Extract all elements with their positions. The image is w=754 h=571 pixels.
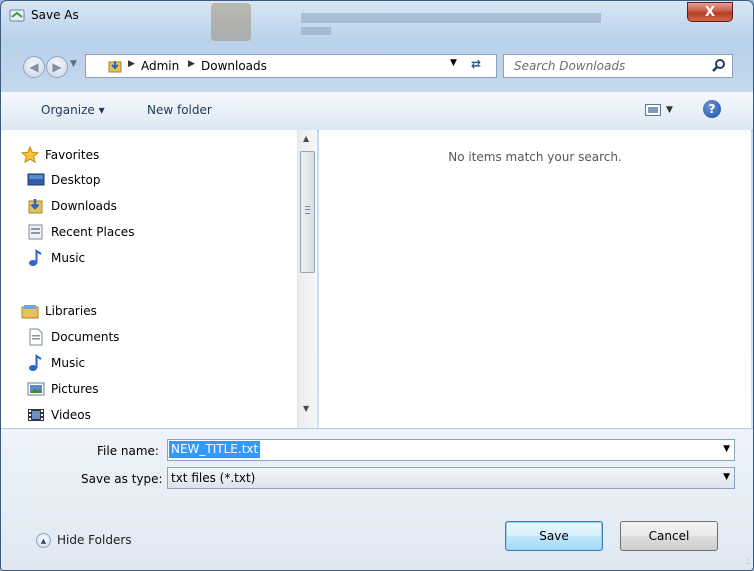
- save-as-type-value: txt files (*.txt): [171, 471, 256, 485]
- breadcrumb-separator-icon: ▶: [128, 59, 135, 69]
- nav-favorites-label: Favorites: [45, 148, 100, 162]
- command-toolbar: Organize ▾ New folder: [1, 91, 753, 131]
- file-name-label: File name:: [97, 444, 159, 458]
- breadcrumb-admin[interactable]: Admin: [141, 59, 179, 73]
- navigation-pane-scrollbar[interactable]: ▲ ▼: [297, 130, 317, 428]
- cancel-button[interactable]: Cancel: [620, 521, 718, 551]
- scrollbar-grip-icon: [305, 206, 310, 214]
- back-button[interactable]: ◀: [23, 56, 45, 78]
- help-icon[interactable]: ?: [703, 100, 721, 118]
- view-options-dropdown-icon[interactable]: ▼: [666, 105, 673, 115]
- close-button[interactable]: X: [687, 2, 733, 22]
- file-name-dropdown-icon[interactable]: ▼: [723, 444, 730, 454]
- documents-icon: [29, 328, 43, 346]
- empty-results-message: No items match your search.: [448, 150, 622, 164]
- nav-videos-label: Videos: [51, 408, 91, 422]
- new-folder-button[interactable]: New folder: [147, 103, 212, 117]
- search-placeholder: Search Downloads: [514, 59, 626, 73]
- favorites-star-icon: [21, 146, 39, 164]
- hide-folders-toggle[interactable]: ▲ Hide Folders: [36, 532, 146, 552]
- nav-music-library-label: Music: [51, 356, 86, 370]
- desktop-icon: [27, 173, 45, 186]
- nav-desktop-label: Desktop: [51, 173, 101, 187]
- nav-pictures-label: Pictures: [51, 382, 99, 396]
- save-button[interactable]: Save: [505, 521, 603, 551]
- save-as-type-select[interactable]: txt files (*.txt) ▼: [167, 467, 735, 489]
- refresh-icon[interactable]: ⇄: [471, 57, 481, 71]
- file-name-value[interactable]: NEW_TITLE.txt: [169, 441, 261, 458]
- pictures-icon: [27, 382, 45, 396]
- change-view-icon[interactable]: [645, 104, 661, 116]
- music-icon: [29, 354, 42, 371]
- scroll-down-arrow-icon[interactable]: ▼: [303, 404, 309, 413]
- window-title: Save As: [31, 8, 79, 22]
- file-name-input[interactable]: NEW_TITLE.txt ▼: [167, 439, 735, 461]
- nav-downloads-label: Downloads: [51, 199, 117, 213]
- downloads-folder-icon: [108, 61, 122, 73]
- title-bar[interactable]: Save As X: [1, 1, 753, 41]
- scrollbar-thumb[interactable]: [300, 151, 315, 273]
- search-icon[interactable]: [712, 58, 726, 72]
- recent-pages-dropdown-icon[interactable]: ▼: [70, 59, 77, 69]
- breadcrumb-separator-icon: ▶: [188, 59, 195, 69]
- address-bar[interactable]: ▶ Admin ▶ Downloads ▼ ⇄: [85, 54, 497, 78]
- breadcrumb-downloads[interactable]: Downloads: [201, 59, 267, 73]
- collapse-up-icon: ▲: [36, 533, 51, 548]
- scroll-up-arrow-icon[interactable]: ▲: [303, 134, 309, 143]
- save-as-window-icon: [9, 9, 25, 22]
- nav-recent-places-label: Recent Places: [51, 225, 135, 239]
- downloads-folder-icon: [28, 199, 43, 214]
- forward-button[interactable]: ▶: [46, 56, 68, 78]
- nav-music-label: Music: [51, 251, 86, 265]
- organize-menu[interactable]: Organize ▾: [41, 103, 105, 117]
- save-as-type-dropdown-icon[interactable]: ▼: [723, 472, 730, 482]
- search-box[interactable]: Search Downloads: [503, 54, 733, 78]
- navigation-pane: Favorites Desktop Downloads Recent Place…: [1, 130, 297, 428]
- libraries-icon: [21, 305, 39, 319]
- save-as-dialog: Save As X ◀ ▶ ▼ ▶ Admin ▶ Downloads ▼ ⇄ …: [0, 0, 754, 571]
- music-icon: [29, 249, 42, 266]
- videos-icon: [28, 409, 44, 421]
- address-dropdown-icon[interactable]: ▼: [450, 58, 457, 68]
- recent-places-icon: [28, 224, 43, 240]
- nav-documents-label: Documents: [51, 330, 120, 344]
- nav-libraries-label: Libraries: [45, 304, 97, 318]
- save-as-type-label: Save as type:: [81, 472, 163, 486]
- background-window-ghost: [211, 3, 601, 41]
- file-list-pane[interactable]: No items match your search.: [319, 130, 751, 428]
- hide-folders-label: Hide Folders: [57, 533, 132, 547]
- resize-grip-icon[interactable]: .:: [745, 557, 750, 567]
